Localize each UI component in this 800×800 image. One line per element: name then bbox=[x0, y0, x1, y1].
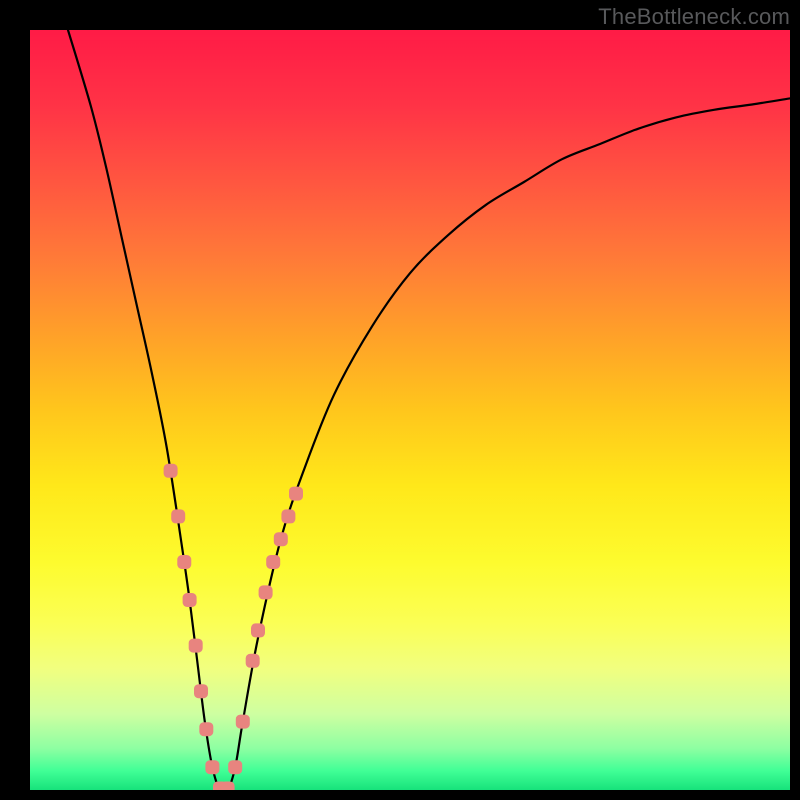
marker-point bbox=[164, 464, 178, 478]
marker-point bbox=[171, 509, 185, 523]
marker-point bbox=[259, 585, 273, 599]
watermark-text: TheBottleneck.com bbox=[598, 4, 790, 30]
marker-point bbox=[281, 509, 295, 523]
marker-point bbox=[246, 654, 260, 668]
sample-markers bbox=[164, 464, 303, 790]
marker-point bbox=[177, 555, 191, 569]
marker-point bbox=[221, 781, 235, 790]
plot-area bbox=[30, 30, 790, 790]
marker-point bbox=[251, 623, 265, 637]
marker-point bbox=[205, 760, 219, 774]
marker-point bbox=[194, 684, 208, 698]
marker-point bbox=[236, 715, 250, 729]
marker-point bbox=[183, 593, 197, 607]
marker-point bbox=[289, 487, 303, 501]
marker-point bbox=[266, 555, 280, 569]
marker-point bbox=[199, 722, 213, 736]
chart-frame: TheBottleneck.com bbox=[0, 0, 800, 800]
marker-point bbox=[274, 532, 288, 546]
curve-layer bbox=[30, 30, 790, 790]
marker-point bbox=[228, 760, 242, 774]
bottleneck-curve bbox=[68, 30, 790, 790]
marker-point bbox=[189, 639, 203, 653]
